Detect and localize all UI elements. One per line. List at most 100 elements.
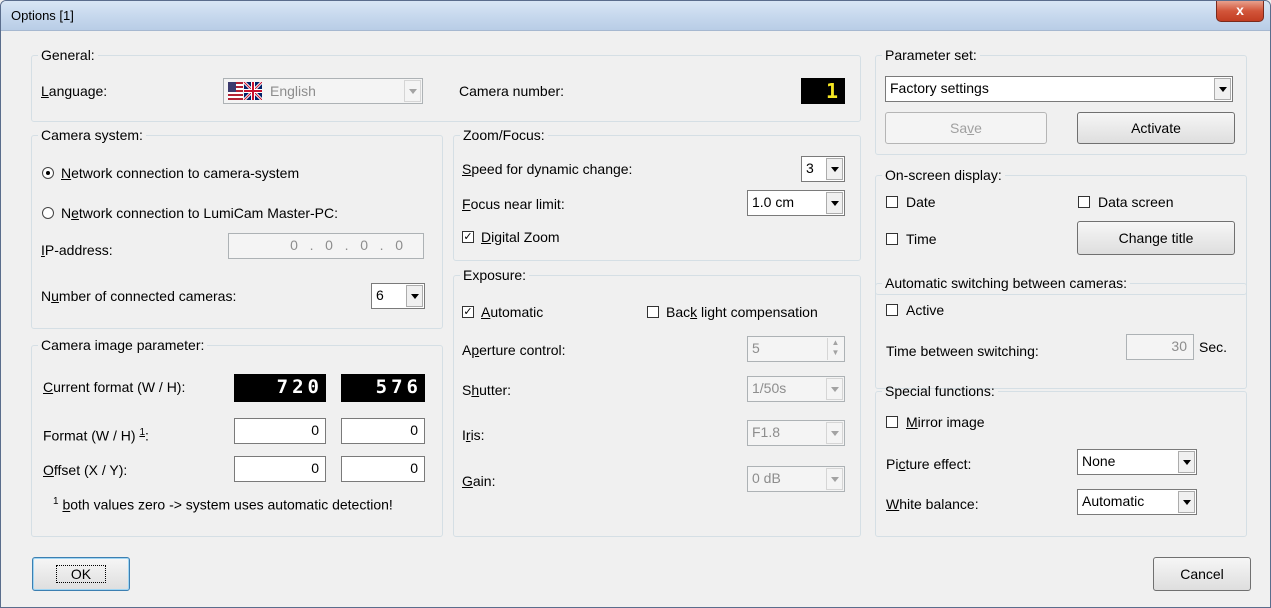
chevron-down-icon[interactable]: [826, 378, 843, 400]
num-cameras-value: 6: [376, 287, 384, 303]
network-lumicam-master-label[interactable]: Network connection to LumiCam Master-PC:: [61, 204, 338, 222]
ip-address-label: IP-address:: [41, 242, 113, 258]
mirror-image-label[interactable]: Mirror image: [906, 413, 985, 431]
date-label[interactable]: Date: [906, 193, 936, 211]
window-title: Options [1]: [11, 8, 74, 23]
picture-effect-label: Picture effect:: [886, 456, 972, 472]
gain-value: 0 dB: [752, 470, 781, 486]
general-legend: General:: [41, 47, 95, 63]
chevron-down-icon[interactable]: [404, 80, 421, 102]
close-button[interactable]: x: [1216, 1, 1264, 22]
gain-select[interactable]: 0 dB: [747, 466, 845, 492]
footnote-text: 1 both values zero -> system uses automa…: [53, 496, 393, 513]
digital-zoom-checkbox[interactable]: ✓: [462, 231, 474, 243]
automatic-exposure-label[interactable]: Automatic: [481, 303, 543, 321]
picture-effect-value: None: [1082, 453, 1116, 469]
chevron-down-icon[interactable]: [1178, 491, 1195, 513]
language-label: Language:: [41, 83, 108, 99]
camera-number-display: 1: [801, 78, 845, 104]
backlight-label[interactable]: Back light compensation: [666, 303, 818, 321]
current-width-display: 720: [234, 374, 326, 402]
aperture-value: 5: [752, 340, 760, 356]
shutter-select[interactable]: 1/50s: [747, 376, 845, 402]
chevron-down-icon[interactable]: [826, 158, 843, 180]
picture-effect-select[interactable]: None: [1077, 449, 1197, 475]
time-unit: Sec.: [1199, 339, 1228, 355]
options-dialog: Options [1] x General: Language: English…: [0, 0, 1271, 608]
focus-near-select[interactable]: 1.0 cm: [747, 190, 845, 216]
offset-y-input[interactable]: 0: [341, 456, 425, 482]
chevron-down-icon[interactable]: [826, 422, 843, 444]
camera-system-legend: Camera system:: [41, 127, 143, 143]
osd-legend: On-screen display:: [885, 167, 1002, 183]
chevron-down-icon[interactable]: [406, 285, 423, 307]
format-label: Format (W / H) 1:: [43, 427, 149, 444]
format-height-input[interactable]: 0: [341, 418, 425, 444]
offset-label: Offset (X / Y):: [43, 462, 128, 478]
ok-button[interactable]: OK: [32, 557, 130, 591]
date-checkbox[interactable]: [886, 196, 898, 208]
image-param-legend: Camera image parameter:: [41, 337, 205, 353]
chevron-down-icon[interactable]: [826, 468, 843, 490]
language-value: English: [270, 83, 316, 99]
title-bar[interactable]: Options [1] x: [1, 1, 1270, 31]
automatic-exposure-checkbox[interactable]: ✓: [462, 306, 474, 318]
gain-label: Gain:: [462, 473, 496, 489]
save-button[interactable]: Sa v e: [885, 112, 1047, 144]
focus-near-value: 1.0 cm: [752, 194, 795, 210]
mirror-image-checkbox[interactable]: [886, 416, 898, 428]
aperture-label: Aperture control:: [462, 342, 566, 358]
num-cameras-label: Number of connected cameras:: [41, 288, 237, 304]
white-balance-select[interactable]: Automatic: [1077, 489, 1197, 515]
current-format-label: Current format (W / H):: [43, 379, 186, 395]
chevron-down-icon[interactable]: [1178, 451, 1195, 473]
speed-select[interactable]: 3: [801, 156, 845, 182]
iris-label: Iris:: [462, 427, 485, 443]
chevron-down-icon[interactable]: [826, 192, 843, 214]
iris-select[interactable]: F1.8: [747, 420, 845, 446]
data-screen-checkbox[interactable]: [1078, 196, 1090, 208]
chevron-down-icon[interactable]: [1214, 78, 1231, 100]
uk-flag-icon: [228, 80, 264, 102]
network-camera-system-label[interactable]: Network connection to camera-system: [61, 164, 299, 182]
exposure-legend: Exposure:: [463, 267, 527, 283]
white-balance-label: White balance:: [886, 496, 979, 512]
digital-zoom-label[interactable]: Digital Zoom: [481, 228, 560, 246]
shutter-value: 1/50s: [752, 380, 787, 396]
offset-x-input[interactable]: 0: [234, 456, 326, 482]
aperture-spinner[interactable]: 5 ▲ ▼: [747, 336, 845, 362]
parameter-set-legend: Parameter set:: [885, 47, 977, 63]
active-checkbox[interactable]: [886, 304, 898, 316]
camera-number-label: Camera number:: [459, 83, 565, 99]
zoom-focus-legend: Zoom/Focus:: [463, 127, 545, 143]
radio-network-lumicam-master[interactable]: [42, 207, 54, 219]
parameter-set-value: Factory settings: [890, 80, 989, 96]
radio-network-camera-system[interactable]: [42, 167, 54, 179]
data-screen-label[interactable]: Data screen: [1098, 193, 1173, 211]
time-between-field[interactable]: 30: [1126, 334, 1194, 360]
time-label[interactable]: Time: [906, 230, 937, 248]
white-balance-value: Automatic: [1082, 493, 1145, 509]
time-between-label: Time between switching:: [886, 343, 1039, 359]
num-cameras-select[interactable]: 6: [371, 283, 425, 309]
change-title-button[interactable]: Change title: [1077, 221, 1235, 255]
backlight-checkbox[interactable]: [647, 306, 659, 318]
focus-near-label: Focus near limit:: [462, 196, 565, 212]
activate-button[interactable]: Activate: [1077, 112, 1235, 144]
ip-address-field[interactable]: 0 . 0 . 0 . 0: [228, 233, 424, 259]
time-checkbox[interactable]: [886, 233, 898, 245]
special-functions-legend: Special functions:: [885, 383, 995, 399]
cancel-button[interactable]: Cancel: [1153, 557, 1251, 591]
parameter-set-select[interactable]: Factory settings: [885, 76, 1233, 102]
iris-value: F1.8: [752, 424, 781, 440]
current-height-display: 576: [341, 374, 425, 402]
auto-switch-group: Automatic switching between cameras:: [875, 275, 1247, 389]
format-width-input[interactable]: 0: [234, 418, 326, 444]
shutter-label: Shutter:: [462, 382, 512, 398]
dialog-content: General: Language: English Camera number…: [1, 31, 1270, 607]
general-group: General:: [31, 47, 861, 122]
active-label[interactable]: Active: [906, 301, 944, 319]
language-select[interactable]: English: [223, 78, 423, 104]
speed-label: Speed for dynamic change:: [462, 161, 633, 177]
spin-arrows-icon[interactable]: ▲ ▼: [827, 338, 843, 360]
